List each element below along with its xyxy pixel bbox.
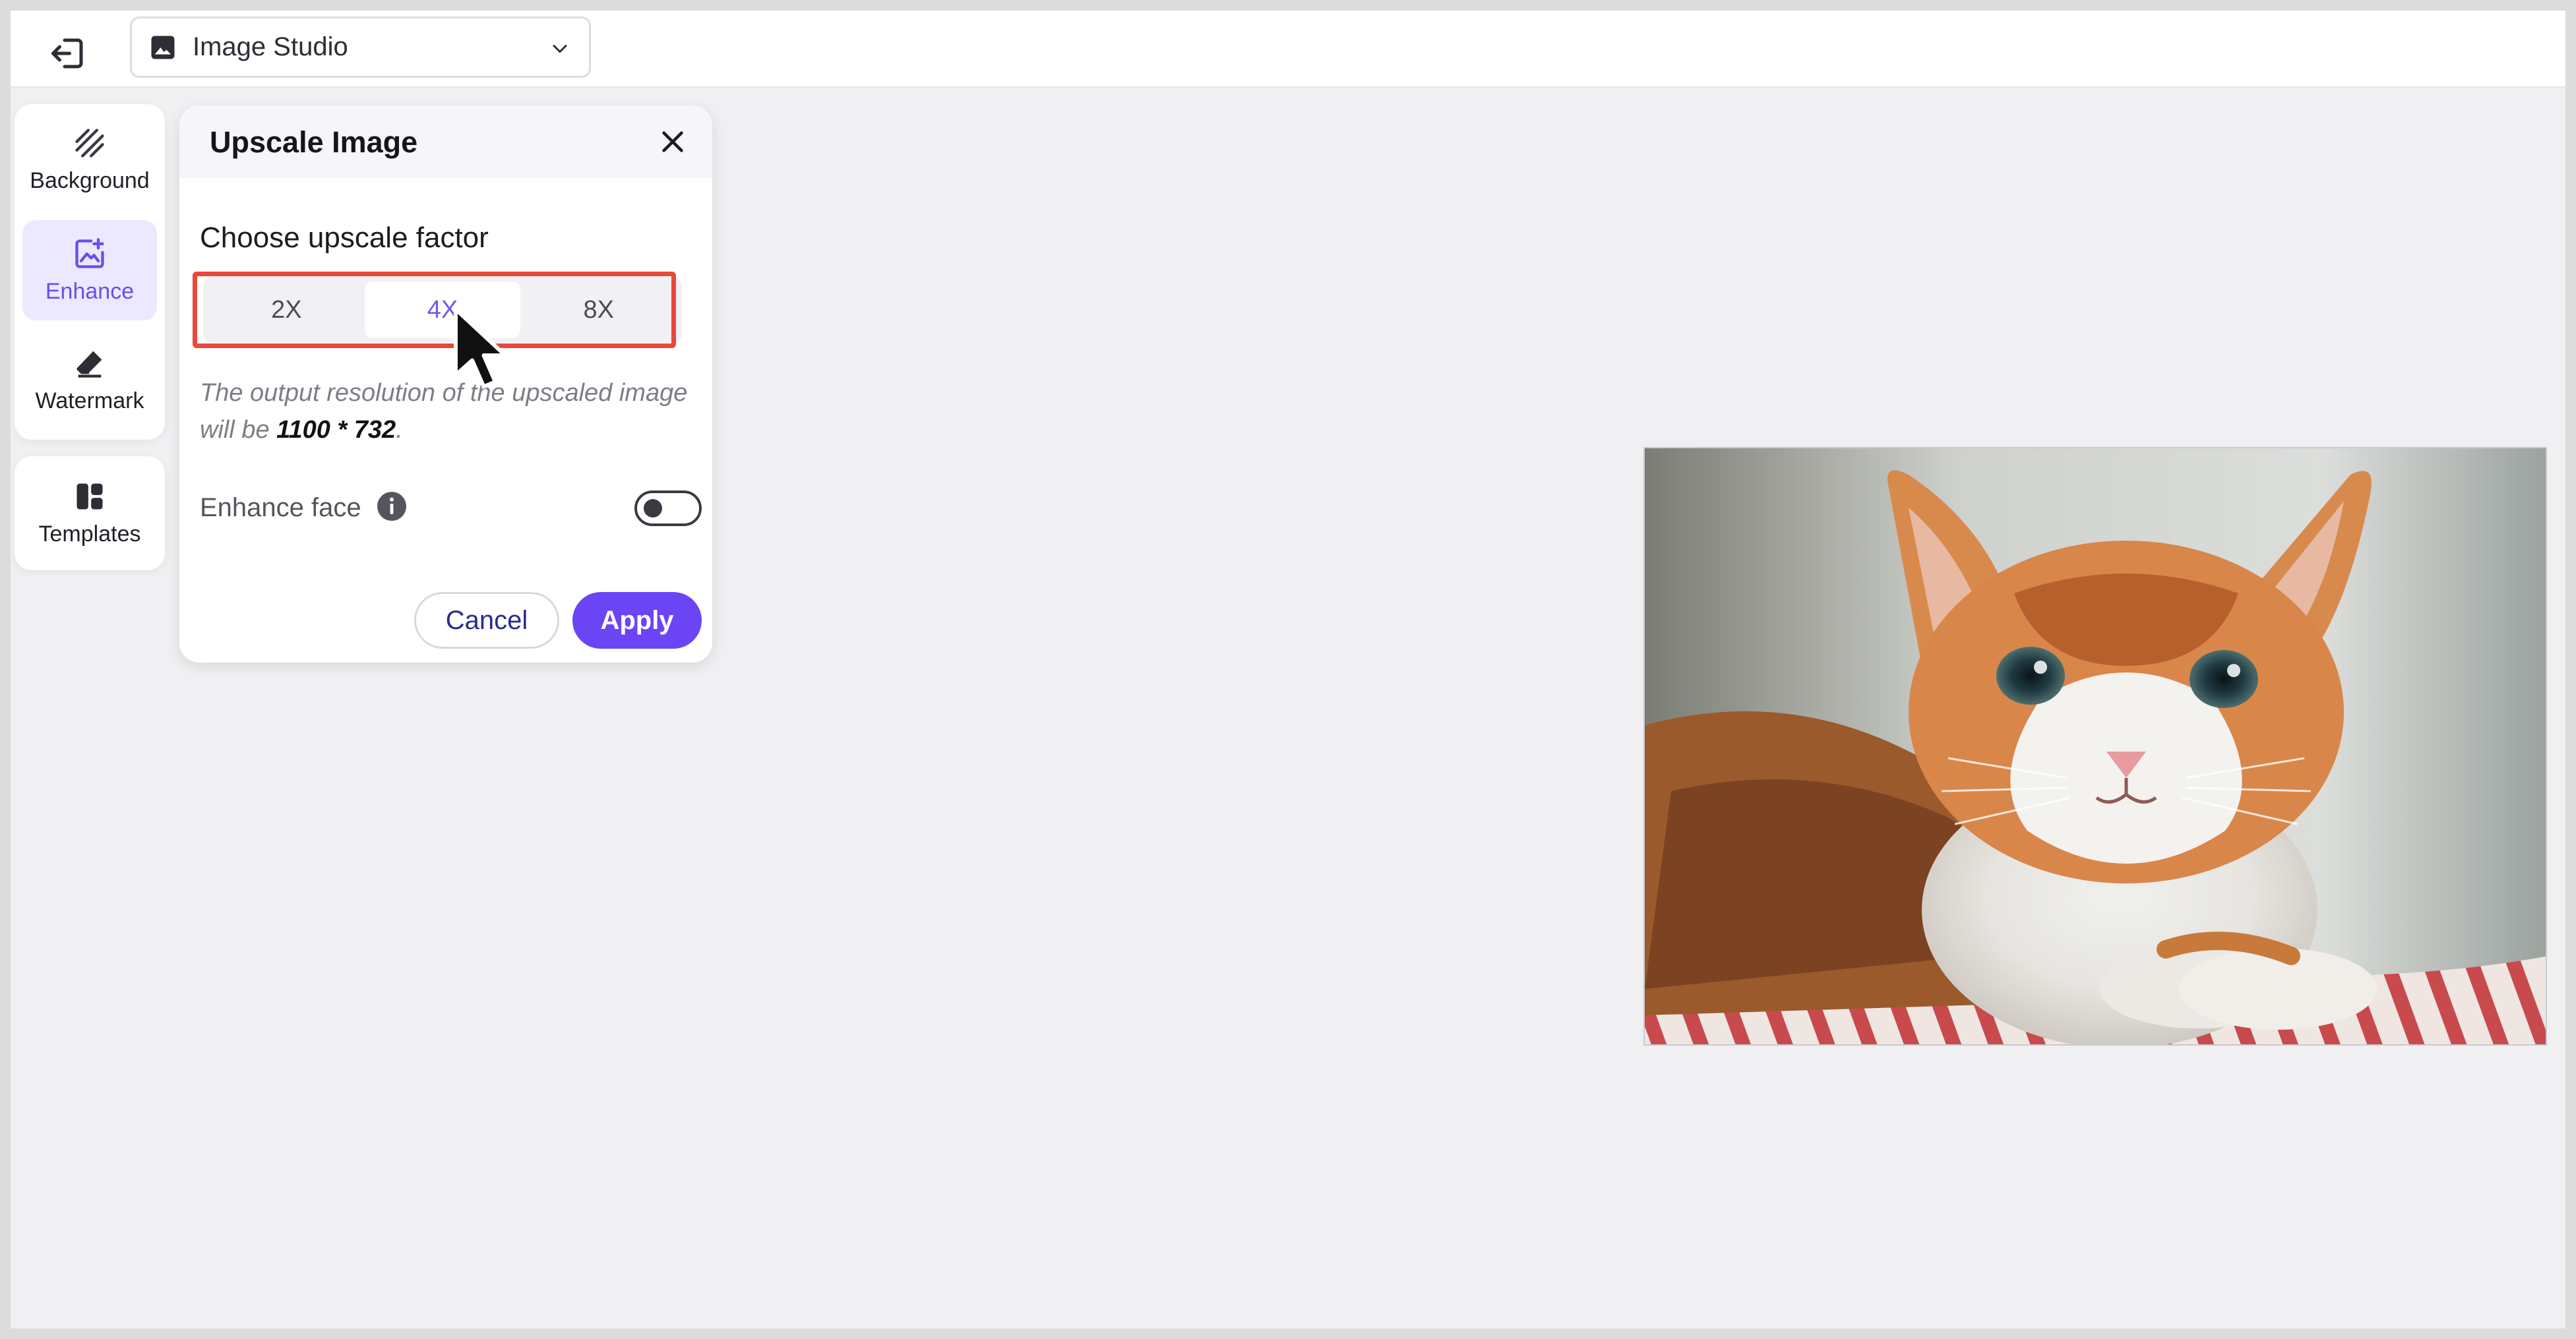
enhance-face-label: Enhance face: [200, 493, 361, 522]
rail-item-background[interactable]: Background: [22, 109, 157, 210]
canvas-image[interactable]: [1643, 447, 2547, 1046]
apply-button[interactable]: Apply: [572, 592, 702, 649]
panel-title: Upscale Image: [210, 125, 418, 159]
cancel-button[interactable]: Cancel: [414, 592, 559, 649]
eraser-icon: [77, 351, 102, 378]
rail-item-templates[interactable]: Templates: [15, 456, 165, 570]
output-resolution-hint: The output resolution of the upscaled im…: [200, 374, 688, 448]
upscale-panel: Upscale Image Choose upscale factor 2X 4…: [179, 105, 712, 663]
enhance-face-toggle[interactable]: [634, 491, 702, 526]
factor-option-4x[interactable]: 4X: [364, 282, 521, 338]
rail-item-watermark[interactable]: Watermark: [22, 330, 157, 430]
close-icon: [662, 131, 683, 152]
rail-item-label: Watermark: [35, 388, 144, 413]
background-icon: [75, 128, 104, 158]
info-icon[interactable]: [376, 491, 408, 522]
app-window: Image Studio Background Enhance Watermar…: [11, 11, 2565, 1328]
output-resolution-value: 1100 * 732: [276, 416, 396, 444]
image-icon: [151, 36, 175, 59]
toggle-knob: [644, 499, 662, 518]
upscale-factor-label: Choose upscale factor: [200, 222, 489, 254]
studio-selector[interactable]: Image Studio: [130, 16, 591, 78]
close-button[interactable]: [653, 122, 692, 162]
enhance-icon: [75, 237, 104, 268]
factor-option-8x[interactable]: 8X: [520, 282, 677, 338]
hint-suffix: .: [396, 416, 403, 444]
exit-icon: [51, 38, 83, 69]
rail-item-label: Enhance: [45, 278, 135, 304]
rail-item-label: Background: [30, 167, 150, 193]
tool-rail: Background Enhance Watermark: [15, 104, 165, 440]
panel-header: Upscale Image: [179, 105, 712, 178]
upscale-factor-selector: 2X 4X 8X: [203, 277, 682, 343]
rail-item-label: Templates: [38, 521, 141, 547]
factor-option-2x[interactable]: 2X: [208, 282, 365, 338]
top-bar: Image Studio: [11, 11, 2565, 88]
hint-text: The output resolution of the upscaled im…: [200, 379, 688, 444]
chevron-down-icon: [553, 45, 567, 53]
rail-item-enhance[interactable]: Enhance: [22, 220, 157, 320]
kitten-photo: [1645, 448, 2546, 1044]
exit-button[interactable]: [38, 24, 98, 83]
studio-selector-label: Image Studio: [193, 32, 348, 61]
templates-icon: [77, 483, 103, 510]
